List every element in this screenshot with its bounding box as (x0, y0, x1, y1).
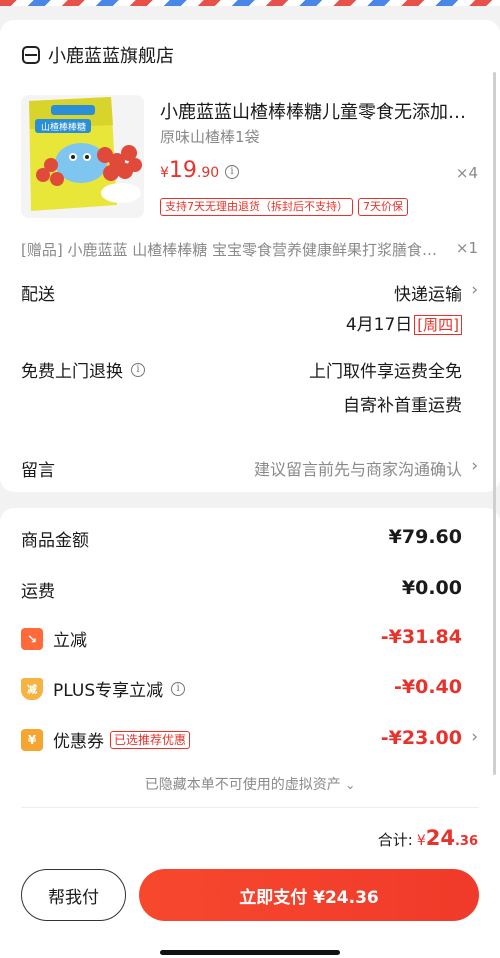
product-image-art: 山楂棒棒糖 (21, 95, 144, 218)
bottom-action-bar: 帮我付 立即支付 ¥24.36 (0, 860, 500, 958)
delivery-weekday: [周四] (414, 315, 462, 335)
product-spec: 原味山楂棒1袋 (160, 128, 260, 146)
free-return-label: 免费上门退换 (21, 362, 123, 382)
order-card: 小鹿蓝蓝旗舰店 山楂棒棒糖 小鹿蓝蓝山楂棒棒糖儿童零食无添加… 原味山楂棒1袋 … (0, 20, 500, 492)
shipping-value: ¥0.00 (401, 577, 462, 599)
store-name: 小鹿蓝蓝旗舰店 (48, 46, 174, 67)
store-icon (22, 46, 40, 64)
home-indicator[interactable] (160, 950, 340, 955)
price-protect-tag: 7天价保 (358, 198, 408, 216)
order-total: 合计: ¥ 24 .36 (378, 826, 478, 850)
product-price: ¥ 19 .90 (160, 158, 219, 183)
gift-item[interactable]: [赠品] 小鹿蓝蓝 山楂棒棒糖 宝宝零食营养健康鲜果打浆膳食… (21, 239, 457, 260)
delivery-label: 配送 (21, 285, 55, 305)
divider (21, 807, 479, 808)
price-info-icon[interactable]: i (225, 165, 239, 179)
goods-amount-label: 商品金额 (21, 531, 89, 551)
free-return-row: 免费上门退换 i (21, 357, 145, 382)
plus-info-icon[interactable]: i (171, 681, 186, 696)
plus-discount-label: PLUS专享立减 (53, 681, 164, 701)
price-currency: ¥ (160, 165, 169, 181)
gift-quantity: ×1 (455, 239, 478, 257)
plus-badge-icon: 减 (21, 677, 43, 700)
pay-now-button[interactable]: 立即支付 ¥24.36 (139, 869, 479, 921)
coupon-yen-icon: ¥ (21, 728, 43, 751)
scrollbar[interactable] (493, 72, 496, 775)
chevron-down-icon: ⌄ (345, 778, 356, 792)
total-integer: 24 (425, 826, 455, 850)
discount-arrow-icon: ↘ (21, 627, 43, 650)
help-me-pay-button[interactable]: 帮我付 (21, 869, 126, 921)
price-decimal: .90 (196, 165, 220, 181)
return-self-ship-text: 自寄补首重运费 (343, 396, 462, 416)
product-quantity: ×4 (455, 164, 478, 182)
service-tags: 支持7天无理由退货（拆封后不支持） 7天价保 (160, 198, 408, 216)
delivery-method[interactable]: 快递运输 (394, 280, 462, 305)
coupon-label: 优惠券 (53, 732, 104, 752)
shipping-label: 运费 (21, 582, 55, 602)
total-label: 合计: (377, 831, 413, 849)
chevron-right-icon[interactable]: › (471, 280, 478, 300)
chevron-right-icon[interactable]: › (471, 456, 478, 476)
total-decimal: .36 (454, 834, 478, 849)
coupon-value[interactable]: -¥23.00 (381, 727, 462, 749)
message-input[interactable]: 建议留言前先与商家沟通确认 (254, 456, 462, 480)
return-info-icon[interactable]: i (131, 362, 145, 377)
hidden-assets-text: 已隐藏本单不可使用的虚拟资产 (144, 777, 341, 793)
return-pickup-text: 上门取件享运费全免 (309, 362, 462, 382)
product-image[interactable]: 山楂棒棒糖 (21, 95, 144, 218)
discount-row: ↘ 立减 (21, 626, 87, 651)
plus-discount-value: -¥0.40 (394, 676, 462, 698)
coupon-row[interactable]: ¥ 优惠券 已选推荐优惠 (21, 727, 191, 752)
discount-label: 立减 (53, 631, 87, 651)
return-policy-tag: 支持7天无理由退货（拆封后不支持） (160, 198, 353, 216)
discount-value: -¥31.84 (380, 626, 462, 648)
goods-amount-value: ¥79.60 (388, 526, 462, 548)
coupon-recommended-tag: 已选推荐优惠 (110, 730, 191, 749)
message-label: 留言 (21, 461, 55, 481)
delivery-date-text: 4月17日 (345, 315, 413, 335)
total-currency: ¥ (416, 833, 426, 849)
price-integer: 19 (168, 158, 197, 183)
summary-card: 商品金额 ¥79.60 运费 ¥0.00 ↘ 立减 -¥31.84 减 PLUS… (0, 508, 500, 860)
airmail-stripe (0, 0, 500, 6)
plus-discount-row: 减 PLUS专享立减 i (21, 676, 186, 701)
product-title[interactable]: 小鹿蓝蓝山楂棒棒糖儿童零食无添加… (160, 98, 472, 124)
store-header[interactable]: 小鹿蓝蓝旗舰店 (22, 42, 174, 68)
packet-label: 山楂棒棒糖 (41, 121, 86, 133)
hidden-assets-toggle[interactable]: 已隐藏本单不可使用的虚拟资产 ⌄ (0, 774, 500, 794)
delivery-date[interactable]: 4月17日 [周四] (346, 310, 462, 335)
chevron-right-icon[interactable]: › (471, 727, 478, 747)
